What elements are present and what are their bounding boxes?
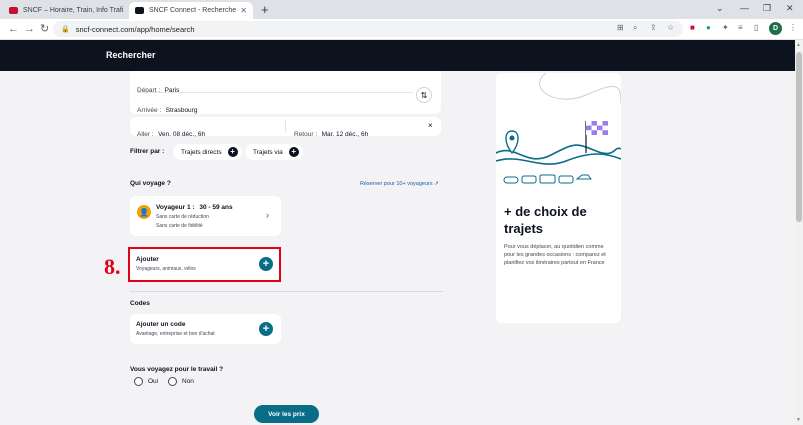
loyalty-card-text: Sans carte de fidélité: [156, 223, 203, 229]
browser-toolbar: ← → ↻ 🔒 sncf-connect.com/app/home/search…: [0, 19, 803, 40]
chip-label: Trajets via: [253, 148, 283, 156]
new-tab-button[interactable]: +: [261, 2, 269, 17]
reading-list-icon[interactable]: ≡: [738, 23, 743, 32]
dates-card: Aller : Ven. 08 déc., 6h Retour : Mar. 1…: [130, 117, 441, 138]
lock-icon: 🔒: [61, 26, 70, 33]
divider: [137, 92, 413, 93]
radio-label: Non: [182, 378, 194, 385]
scrollbar-thumb[interactable]: [796, 52, 802, 222]
section-divider: [130, 291, 443, 292]
radio-non[interactable]: Non: [168, 377, 194, 386]
retour-label: Retour :: [294, 131, 318, 138]
traveler-age: 30 - 59 ans: [199, 204, 233, 211]
user-avatar-icon: 👤: [137, 205, 151, 219]
swap-stations-button[interactable]: ⇅: [416, 87, 432, 103]
arrivee-value: Strasbourg: [165, 107, 198, 114]
traveler-card[interactable]: 👤 Voyageur 1 : 30 - 59 ans Sans carte de…: [130, 196, 281, 236]
scroll-down-icon[interactable]: ▼: [796, 417, 801, 423]
tab-label: SNCF – Horaire, Train, Info Trafi: [23, 7, 124, 14]
work-question-label: Vous voyagez pour le travail ?: [130, 366, 224, 373]
tab-sncf-horaire[interactable]: SNCF – Horaire, Train, Info Trafi ✕: [3, 2, 127, 19]
traveler-label: Voyageur 1 :: [156, 204, 195, 211]
tab-label: SNCF Connect - Recherche: [149, 7, 237, 14]
depart-field[interactable]: Départ : Paris: [137, 79, 179, 97]
window-close-icon[interactable]: ✕: [786, 3, 794, 14]
url-text: sncf-connect.com/app/home/search: [75, 24, 195, 34]
clear-return-icon[interactable]: ×: [428, 121, 433, 130]
sncf-connect-favicon-icon: [135, 7, 144, 14]
see-prices-button[interactable]: Voir les prix: [254, 405, 319, 423]
page-scrollbar[interactable]: ▲ ▼: [795, 40, 803, 425]
retour-field[interactable]: Retour : Mar. 12 déc., 6h: [294, 123, 368, 141]
codes-section-label: Codes: [130, 300, 150, 307]
sncf-favicon-icon: [9, 7, 18, 14]
bookmark-star-icon[interactable]: ☆: [667, 23, 674, 32]
itinerary-card: Départ : Paris Arrivée : Strasbourg ⇅: [130, 71, 441, 114]
reserve-group-link[interactable]: Réserver pour 10+ voyageurs ↗: [360, 181, 439, 187]
plus-icon: +: [227, 147, 238, 157]
promo-card: + de choix de trajets Pour vous déplacer…: [496, 73, 621, 323]
share-icon[interactable]: ⇪: [650, 23, 657, 32]
radio-label: Oui: [148, 378, 159, 385]
aller-value: Ven. 08 déc., 6h: [158, 131, 206, 138]
radio-oui[interactable]: Oui: [134, 377, 158, 386]
chip-label: Trajets directs: [181, 148, 222, 156]
radio-circle: [134, 377, 143, 386]
address-bar[interactable]: 🔒 sncf-connect.com/app/home/search: [53, 21, 683, 37]
zoom-icon[interactable]: ⌕: [633, 23, 637, 33]
translate-icon[interactable]: ⊞: [617, 23, 624, 32]
traveler-title: Voyageur 1 : 30 - 59 ans: [156, 204, 233, 211]
tab-sncf-connect[interactable]: SNCF Connect - Recherche ✕: [129, 2, 253, 19]
annotation-step-number: 8.: [104, 254, 121, 279]
reload-icon[interactable]: ↻: [40, 22, 49, 36]
reserve-link-text: Réserver pour 10+ voyageurs: [360, 181, 433, 187]
side-panel-icon[interactable]: ▯: [754, 23, 758, 32]
filter-chip-trajets-directs[interactable]: Trajets directs +: [173, 144, 242, 160]
aller-field[interactable]: Aller : Ven. 08 déc., 6h: [137, 123, 205, 141]
plus-icon: +: [288, 147, 299, 157]
tab-search-icon[interactable]: ⌄: [716, 3, 724, 14]
retour-value: Mar. 12 déc., 6h: [321, 131, 369, 138]
browser-tab-strip: SNCF – Horaire, Train, Info Trafi ✕ SNCF…: [0, 0, 803, 19]
external-link-icon: ↗: [434, 181, 439, 187]
vehicles-icons: [503, 174, 592, 184]
promo-illustration: [496, 73, 621, 184]
arrivee-field[interactable]: Arrivée : Strasbourg: [137, 99, 197, 117]
swap-icon: ⇅: [420, 90, 428, 100]
annotation-highlight-box: [128, 247, 281, 282]
filters-label: Filtrer par :: [130, 148, 165, 155]
close-icon[interactable]: ✕: [236, 6, 247, 15]
promo-body: Pour vous déplacer, au quotidien comme p…: [504, 244, 606, 266]
extension-icon[interactable]: ■: [690, 23, 695, 32]
forward-icon[interactable]: →: [24, 22, 35, 36]
back-icon[interactable]: ←: [8, 22, 19, 36]
map-pin-icon: [505, 130, 519, 155]
divider: [285, 120, 286, 133]
filter-chip-trajets-via[interactable]: Trajets via +: [245, 144, 303, 160]
grammarly-icon[interactable]: ●: [706, 23, 711, 32]
reduction-card-text: Sans carte de réduction: [156, 214, 209, 220]
add-code-subtitle: Avantage, entreprise et bon d'achat: [136, 331, 215, 337]
arrivee-label: Arrivée :: [137, 107, 162, 114]
profile-avatar[interactable]: D: [769, 22, 782, 35]
scroll-up-icon[interactable]: ▲: [796, 42, 801, 48]
puzzle-extensions-icon[interactable]: ✦: [722, 23, 729, 32]
site-header: Rechercher: [0, 40, 795, 71]
page-title: Rechercher: [106, 50, 156, 60]
add-code-title: Ajouter un code: [136, 321, 186, 328]
menu-dots-icon[interactable]: ⋮: [789, 23, 797, 32]
maximize-icon[interactable]: ❐: [763, 3, 771, 14]
chevron-right-icon: ›: [266, 210, 269, 220]
radio-circle: [168, 377, 177, 386]
aller-label: Aller :: [137, 131, 154, 138]
minimize-icon[interactable]: —: [740, 3, 749, 13]
add-code-card[interactable]: Ajouter un code Avantage, entreprise et …: [130, 314, 281, 344]
close-icon[interactable]: ✕: [123, 6, 127, 15]
promo-headline: + de choix de trajets: [504, 204, 587, 236]
travelers-section-label: Qui voyage ?: [130, 180, 171, 187]
add-code-plus-icon[interactable]: +: [259, 322, 273, 336]
